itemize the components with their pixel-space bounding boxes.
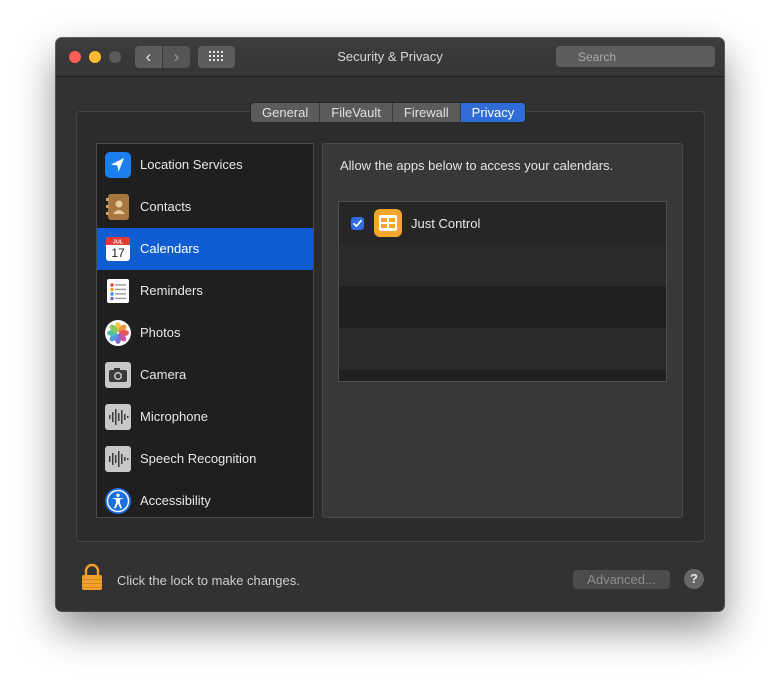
access-description: Allow the apps below to access your cale…	[340, 158, 614, 173]
tab-privacy[interactable]: Privacy	[460, 103, 526, 122]
privacy-category-list: Location Services Contacts JUL 17 Calend…	[96, 143, 314, 518]
sidebar-item-photos[interactable]: Photos	[97, 312, 313, 354]
just-control-app-icon	[374, 209, 402, 237]
accessibility-person-icon	[105, 488, 131, 514]
sidebar-item-label: Microphone	[140, 409, 208, 424]
speech-waveform-icon	[105, 446, 131, 472]
app-list[interactable]: Just Control	[338, 201, 667, 382]
tab-firewall[interactable]: Firewall	[392, 103, 461, 122]
app-access-checkbox[interactable]	[351, 217, 364, 230]
pane-tabs: General FileVault Firewall Privacy	[250, 102, 527, 123]
reminders-list-icon	[107, 279, 129, 303]
tab-general[interactable]: General	[251, 103, 321, 122]
sidebar-item-calendars[interactable]: JUL 17 Calendars	[97, 228, 313, 270]
lock-hint: Click the lock to make changes.	[117, 573, 300, 588]
sidebar-item-label: Calendars	[140, 241, 200, 256]
security-privacy-window: ‹ › Security & Privacy General FileVault…	[56, 38, 724, 611]
calendar-icon-month: JUL	[113, 240, 124, 246]
sidebar-item-camera[interactable]: Camera	[97, 354, 313, 396]
checkmark-icon	[353, 219, 362, 228]
table-row	[339, 328, 666, 370]
app-name: Just Control	[411, 216, 481, 231]
search-input[interactable]	[556, 46, 715, 67]
sidebar-item-accessibility[interactable]: Accessibility	[97, 480, 313, 517]
sidebar-item-label: Photos	[140, 325, 181, 340]
table-row[interactable]: Just Control	[339, 202, 666, 244]
sidebar-item-microphone[interactable]: Microphone	[97, 396, 313, 438]
tab-filevault[interactable]: FileVault	[320, 103, 393, 122]
sidebar-item-location-services[interactable]: Location Services	[97, 144, 313, 186]
photos-flower-icon	[105, 320, 131, 346]
title-bar: ‹ › Security & Privacy	[56, 38, 724, 77]
help-button[interactable]: ?	[684, 569, 704, 589]
calendar-icon-day: 17	[111, 246, 125, 260]
sidebar-item-label: Location Services	[140, 157, 243, 172]
table-row	[339, 244, 666, 286]
advanced-button[interactable]: Advanced...	[573, 570, 670, 589]
sidebar-item-speech-recognition[interactable]: Speech Recognition	[97, 438, 313, 480]
calendar-icon: JUL 17	[106, 237, 130, 261]
sidebar-item-label: Reminders	[140, 283, 203, 298]
sidebar-item-label: Contacts	[140, 199, 192, 214]
sidebar-item-contacts[interactable]: Contacts	[97, 186, 313, 228]
calendars-access-pane: Allow the apps below to access your cale…	[322, 143, 683, 518]
sidebar-item-label: Accessibility	[140, 493, 211, 508]
contacts-book-icon	[106, 194, 129, 220]
location-arrow-icon	[105, 152, 131, 178]
microphone-waveform-icon	[105, 404, 131, 430]
table-row	[339, 370, 666, 381]
sidebar-item-label: Speech Recognition	[140, 451, 257, 466]
sidebar-item-reminders[interactable]: Reminders	[97, 270, 313, 312]
lock-icon[interactable]	[80, 563, 104, 591]
camera-icon	[105, 362, 131, 388]
sidebar-item-label: Camera	[140, 367, 187, 382]
table-row	[339, 286, 666, 328]
